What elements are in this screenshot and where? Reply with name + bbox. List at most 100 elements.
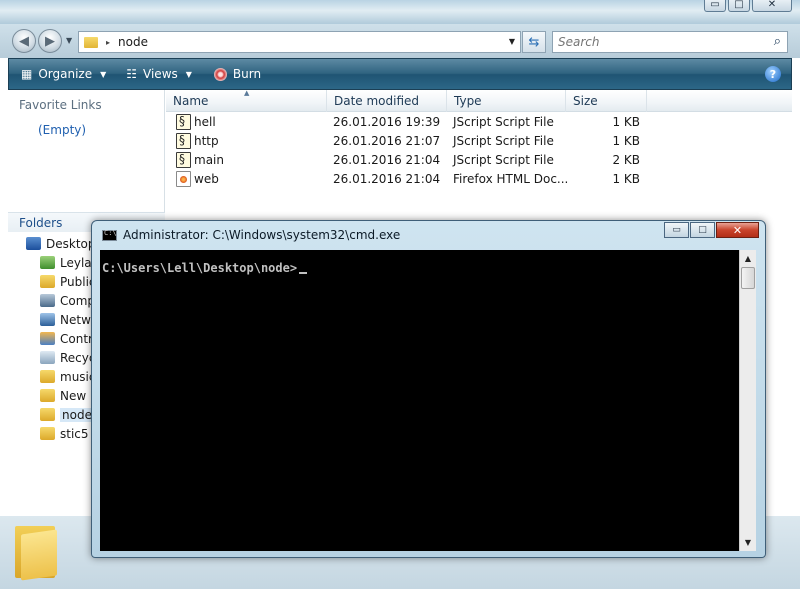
file-type: Firefox HTML Doc... bbox=[453, 172, 569, 186]
sort-ascending-icon: ▲ bbox=[244, 89, 250, 97]
file-row[interactable]: web 26.01.2016 21:04 Firefox HTML Doc...… bbox=[166, 170, 792, 189]
cmd-title-bar[interactable]: Administrator: C:\Windows\system32\cmd.e… bbox=[92, 221, 765, 249]
column-header-size[interactable]: Size bbox=[566, 90, 647, 112]
tree-item-label: node bbox=[60, 407, 94, 422]
computer-icon bbox=[40, 294, 55, 307]
jscript-file-icon bbox=[176, 133, 191, 149]
folder-icon bbox=[40, 370, 55, 383]
breadcrumb-node[interactable]: node bbox=[118, 35, 148, 49]
address-row: ◀ ▶ ▼ ▸ node ▼ ⇆ ⌕ bbox=[0, 24, 800, 58]
column-header-label: Size bbox=[573, 94, 598, 108]
column-header-date-modified[interactable]: Date modified bbox=[327, 90, 447, 112]
column-header-label: Name bbox=[173, 94, 209, 108]
tree-item-label: Comp bbox=[60, 293, 96, 308]
organize-label: Organize bbox=[38, 67, 93, 81]
organize-dropdown-icon: ▼ bbox=[100, 69, 107, 79]
scroll-down-arrow-icon[interactable]: ▼ bbox=[740, 534, 756, 551]
console-prompt-line: C:\Users\Lell\Desktop\node> bbox=[102, 261, 308, 275]
tree-item-label: stic5 bbox=[60, 426, 89, 441]
column-header-type[interactable]: Type bbox=[447, 90, 566, 112]
help-icon[interactable]: ? bbox=[765, 66, 781, 82]
file-name: main bbox=[194, 153, 224, 167]
cmd-minimize-button[interactable]: ▭ bbox=[664, 222, 689, 238]
file-date: 26.01.2016 21:07 bbox=[333, 134, 441, 148]
file-name: web bbox=[194, 172, 219, 186]
scrollbar-thumb[interactable] bbox=[741, 267, 755, 289]
jscript-file-icon bbox=[176, 152, 191, 168]
address-dropdown-icon[interactable]: ▼ bbox=[509, 37, 515, 46]
cmd-vertical-scrollbar[interactable]: ▲ ▼ bbox=[739, 250, 756, 551]
file-size: 1 KB bbox=[612, 134, 640, 148]
folder-icon bbox=[40, 389, 55, 402]
folder-icon bbox=[40, 408, 55, 421]
file-row[interactable]: hell 26.01.2016 19:39 JScript Script Fil… bbox=[166, 113, 792, 132]
breadcrumb-separator-icon[interactable]: ▸ bbox=[106, 38, 110, 47]
back-arrow-icon: ◀ bbox=[19, 33, 29, 49]
search-icon[interactable]: ⌕ bbox=[774, 34, 781, 49]
search-input[interactable] bbox=[558, 35, 758, 49]
user-folder-icon bbox=[40, 256, 55, 269]
organize-icon: ▦ bbox=[21, 67, 33, 81]
explorer-close-button[interactable]: ✕ bbox=[752, 0, 792, 12]
file-row[interactable]: main 26.01.2016 21:04 JScript Script Fil… bbox=[166, 151, 792, 170]
console-output[interactable]: C:\Users\Lell\Desktop\node> bbox=[100, 250, 747, 551]
cmd-window-controls: ▭ □ ✕ bbox=[664, 222, 759, 238]
jscript-file-icon bbox=[176, 114, 191, 130]
explorer-window-controls: ▭ □ ✕ bbox=[704, 0, 792, 12]
column-header-name[interactable]: Name ▲ bbox=[166, 89, 327, 112]
folder-icon bbox=[40, 427, 55, 440]
scroll-up-arrow-icon[interactable]: ▲ bbox=[740, 250, 756, 267]
views-dropdown-icon: ▼ bbox=[185, 69, 192, 79]
file-name: http bbox=[194, 134, 219, 148]
cmd-title: Administrator: C:\Windows\system32\cmd.e… bbox=[123, 228, 401, 242]
column-header-label: Date modified bbox=[334, 94, 420, 108]
refresh-button[interactable]: ⇆ bbox=[522, 31, 546, 53]
file-date: 26.01.2016 21:04 bbox=[333, 153, 441, 167]
cmd-maximize-button[interactable]: □ bbox=[690, 222, 715, 238]
burn-button[interactable]: o Burn bbox=[208, 59, 267, 89]
network-icon bbox=[40, 313, 55, 326]
desktop-icon bbox=[26, 237, 41, 250]
column-header-label: Type bbox=[454, 94, 482, 108]
address-folder-icon bbox=[84, 36, 98, 48]
file-name: hell bbox=[194, 115, 216, 129]
file-size: 1 KB bbox=[612, 115, 640, 129]
views-icon: ☷ bbox=[126, 67, 138, 81]
file-row[interactable]: http 26.01.2016 21:07 JScript Script Fil… bbox=[166, 132, 792, 151]
text-cursor bbox=[299, 272, 308, 274]
recent-pages-dropdown-icon[interactable]: ▼ bbox=[66, 36, 72, 45]
burn-label: Burn bbox=[232, 67, 262, 81]
column-headers: Name ▲ Date modified Type Size bbox=[166, 89, 792, 112]
command-toolbar: ▦ Organize ▼ ☷ Views ▼ o Burn ? bbox=[8, 58, 792, 90]
cmd-app-icon[interactable] bbox=[102, 229, 117, 241]
organize-button[interactable]: ▦ Organize ▼ bbox=[15, 59, 112, 89]
file-date: 26.01.2016 21:04 bbox=[333, 172, 441, 186]
folder-icon bbox=[40, 275, 55, 288]
back-button[interactable]: ◀ bbox=[12, 29, 36, 53]
console-prompt: C:\Users\Lell\Desktop\node> bbox=[102, 261, 298, 275]
cmd-close-button[interactable]: ✕ bbox=[716, 222, 759, 238]
control-panel-icon bbox=[40, 332, 55, 345]
tree-item-label: Leyla bbox=[60, 255, 92, 270]
tree-item-desktop[interactable]: Desktop bbox=[26, 234, 100, 253]
large-folder-icon bbox=[15, 522, 59, 581]
forward-arrow-icon: ▶ bbox=[45, 33, 55, 49]
recycle-bin-icon bbox=[40, 351, 55, 364]
file-type: JScript Script File bbox=[453, 115, 554, 129]
forward-button[interactable]: ▶ bbox=[38, 29, 62, 53]
folder-tree: Desktop Leyla Public Comp Netwo Contro R… bbox=[26, 234, 100, 443]
file-size: 1 KB bbox=[612, 172, 640, 186]
search-box: ⌕ bbox=[552, 31, 788, 53]
cmd-window: Administrator: C:\Windows\system32\cmd.e… bbox=[91, 220, 766, 558]
favorite-links-empty: (Empty) bbox=[38, 123, 87, 137]
explorer-maximize-button[interactable]: □ bbox=[728, 0, 750, 12]
tree-item-label: Desktop bbox=[46, 236, 96, 251]
file-type: JScript Script File bbox=[453, 153, 554, 167]
explorer-minimize-button[interactable]: ▭ bbox=[704, 0, 726, 12]
address-bar[interactable]: ▸ node ▼ bbox=[78, 31, 521, 53]
views-button[interactable]: ☷ Views ▼ bbox=[120, 59, 198, 89]
file-size: 2 KB bbox=[612, 153, 640, 167]
views-label: Views bbox=[143, 67, 178, 81]
folders-header-label: Folders bbox=[19, 216, 63, 230]
refresh-icon: ⇆ bbox=[528, 34, 540, 50]
